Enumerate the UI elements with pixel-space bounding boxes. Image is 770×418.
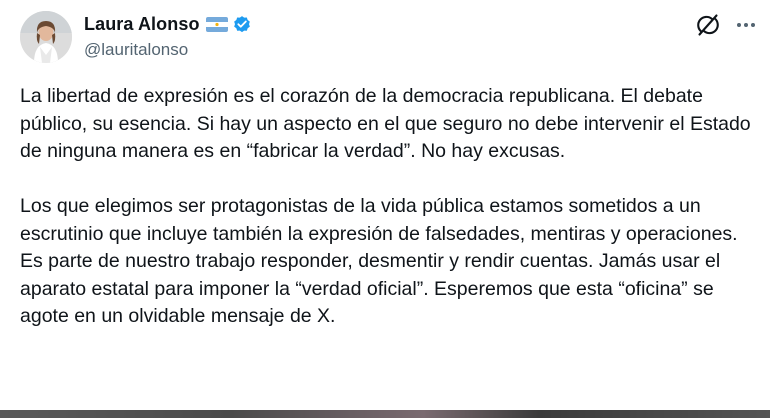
- author-block: Laura Alonso @lauritalonso: [84, 12, 252, 60]
- handle[interactable]: @lauritalonso: [84, 40, 252, 60]
- more-options-icon[interactable]: [734, 14, 758, 36]
- tweet-card: Laura Alonso @lauritalonso La libertad d…: [0, 0, 770, 418]
- name-row: Laura Alonso: [84, 12, 252, 36]
- tweet-header: Laura Alonso @lauritalonso: [0, 0, 770, 70]
- argentina-flag-icon: [205, 16, 228, 32]
- grok-icon[interactable]: [696, 13, 720, 37]
- media-preview-edge[interactable]: [0, 410, 770, 418]
- verified-badge-icon[interactable]: [232, 14, 252, 34]
- tweet-paragraph: Los que elegimos ser protagonistas de la…: [20, 195, 738, 327]
- tweet-paragraph: La libertad de expresión es el corazón d…: [20, 85, 751, 162]
- display-name[interactable]: Laura Alonso: [84, 14, 200, 35]
- tweet-text: La libertad de expresión es el corazón d…: [20, 83, 760, 331]
- avatar[interactable]: [20, 11, 72, 63]
